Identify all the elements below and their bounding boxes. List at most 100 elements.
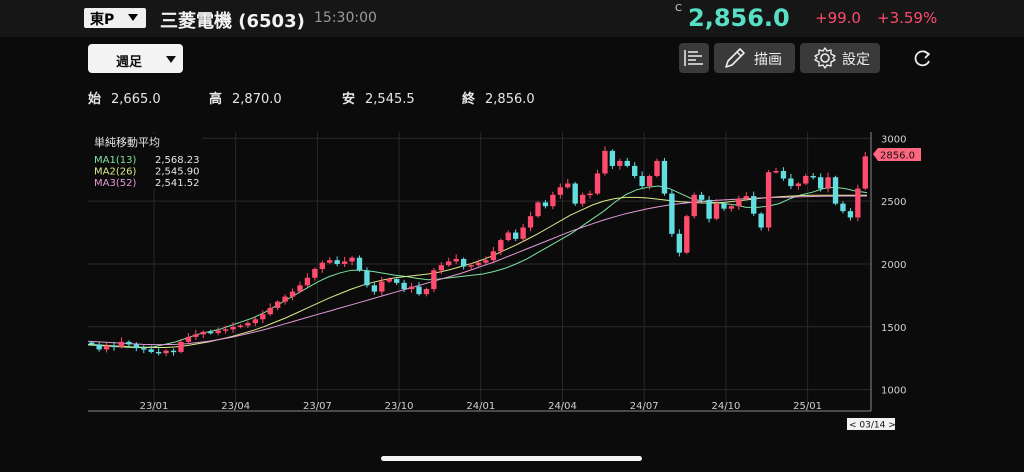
candle-up [215, 330, 221, 334]
candle-down [513, 232, 519, 239]
y-tick-label: 2000 [881, 260, 906, 271]
candle-up [587, 193, 593, 196]
x-tick-label: 24/10 [711, 401, 740, 412]
candle-up [743, 196, 749, 199]
candle-up [408, 286, 415, 290]
candle-down [208, 331, 214, 334]
candle-up [237, 325, 244, 328]
close-price: 終 2,856.0 [462, 88, 535, 107]
refresh-icon[interactable] [910, 47, 934, 71]
candle-up [557, 187, 563, 195]
low-value: 2,545.5 [365, 92, 415, 107]
last-price-tag: 2856.0 [873, 148, 921, 162]
candle-down [460, 258, 467, 267]
candle-down [572, 183, 578, 204]
candle-up [260, 314, 266, 320]
candle-up [312, 268, 318, 278]
candle-down [356, 257, 363, 271]
high-label: 高 [209, 92, 223, 107]
chevron-down-icon [166, 56, 176, 63]
plot-area [88, 132, 871, 411]
low-price: 安 2,545.5 [342, 88, 415, 107]
candle-down [632, 165, 638, 176]
candle-up [736, 198, 742, 207]
gear-icon [814, 47, 836, 69]
indicator-list-button[interactable] [679, 43, 709, 73]
candle-up [178, 341, 184, 352]
y-tick-label: 3000 [881, 134, 906, 145]
chart-app: 東P 三菱電機 (6503) 15:30:00 C 2,856.0 +99.0 … [0, 0, 1024, 472]
candle-down [661, 160, 668, 194]
candle-up [565, 183, 571, 188]
candle-up [453, 258, 459, 262]
candle-up [200, 331, 206, 335]
candle-up [617, 160, 623, 166]
legend-item-value: 2,568.23 [155, 155, 200, 166]
candle-up [431, 270, 437, 290]
price-chart[interactable]: 3000 2500 2000 1500 1000 23/01 23/04 23/07 23/10… [0, 120, 1024, 435]
candle-up [297, 285, 303, 292]
candle-down [788, 178, 794, 187]
market-label: 東P [90, 12, 115, 28]
x-tick-label: 24/01 [466, 401, 495, 412]
candle-down [624, 160, 630, 166]
candle-up [245, 323, 251, 326]
candle-up [855, 188, 861, 218]
candle-up [185, 336, 192, 342]
candle-up [713, 203, 720, 219]
candle-up [252, 319, 259, 324]
candle-down [96, 344, 102, 350]
candle-up [222, 329, 229, 331]
candle-down [141, 348, 147, 350]
quote-header: 東P 三菱電機 (6503) 15:30:00 C 2,856.0 +99.0 … [0, 0, 1024, 37]
price-mark: C [675, 3, 682, 14]
date-cursor[interactable]: < 03/14 > [847, 418, 896, 431]
candle-down [669, 193, 675, 234]
candle-down [639, 175, 645, 187]
stock-name: 三菱電機 (6503) [160, 11, 305, 32]
candle-up [773, 170, 779, 173]
candle-up [468, 265, 474, 267]
market-select[interactable]: 東P [84, 8, 146, 28]
candle-down [155, 351, 162, 354]
candle-up [304, 277, 311, 286]
candle-down [334, 260, 340, 264]
legend: 単純移動平均 MA1(13) 2,568.23 MA2(26) 2,545.90 MA3… [88, 134, 202, 189]
y-tick-label: 1000 [881, 386, 906, 397]
candle-up [527, 216, 534, 228]
x-tick-label: 25/01 [793, 401, 822, 412]
candle-up [825, 177, 831, 189]
candle-up [691, 194, 697, 217]
candle-up [379, 281, 385, 292]
open-value: 2,665.0 [111, 92, 161, 107]
candle-up [319, 262, 325, 269]
candle-up [654, 160, 660, 176]
candle-down [148, 349, 154, 352]
candle-down [609, 150, 616, 166]
period-select[interactable]: 週足 [88, 44, 183, 73]
date-cursor-label: < 03/14 > [849, 421, 896, 431]
y-tick-label: 2500 [881, 197, 906, 208]
open-price: 始 2,665.0 [88, 88, 161, 107]
candle-up [498, 240, 504, 252]
candle-up [550, 194, 556, 207]
legend-item-value: 2,545.90 [155, 167, 200, 178]
candle-down [810, 175, 816, 178]
x-tick-label: 24/07 [630, 401, 659, 412]
open-label: 始 [88, 92, 102, 107]
settings-button[interactable]: 設定 [800, 43, 880, 73]
y-tick-label: 1500 [881, 323, 906, 334]
close-label: 終 [462, 92, 476, 107]
close-value: 2,856.0 [485, 92, 535, 107]
candle-down [721, 203, 727, 209]
candle-up [684, 216, 690, 253]
draw-button[interactable]: 描画 [714, 43, 795, 73]
period-label: 週足 [116, 55, 143, 70]
candle-down [394, 279, 400, 283]
candle-down [780, 170, 787, 179]
chevron-down-icon [128, 14, 138, 21]
candle-up [602, 150, 608, 174]
candle-down [542, 202, 549, 207]
legend-item-name: MA3(52) [94, 178, 136, 189]
candle-up [728, 206, 735, 209]
